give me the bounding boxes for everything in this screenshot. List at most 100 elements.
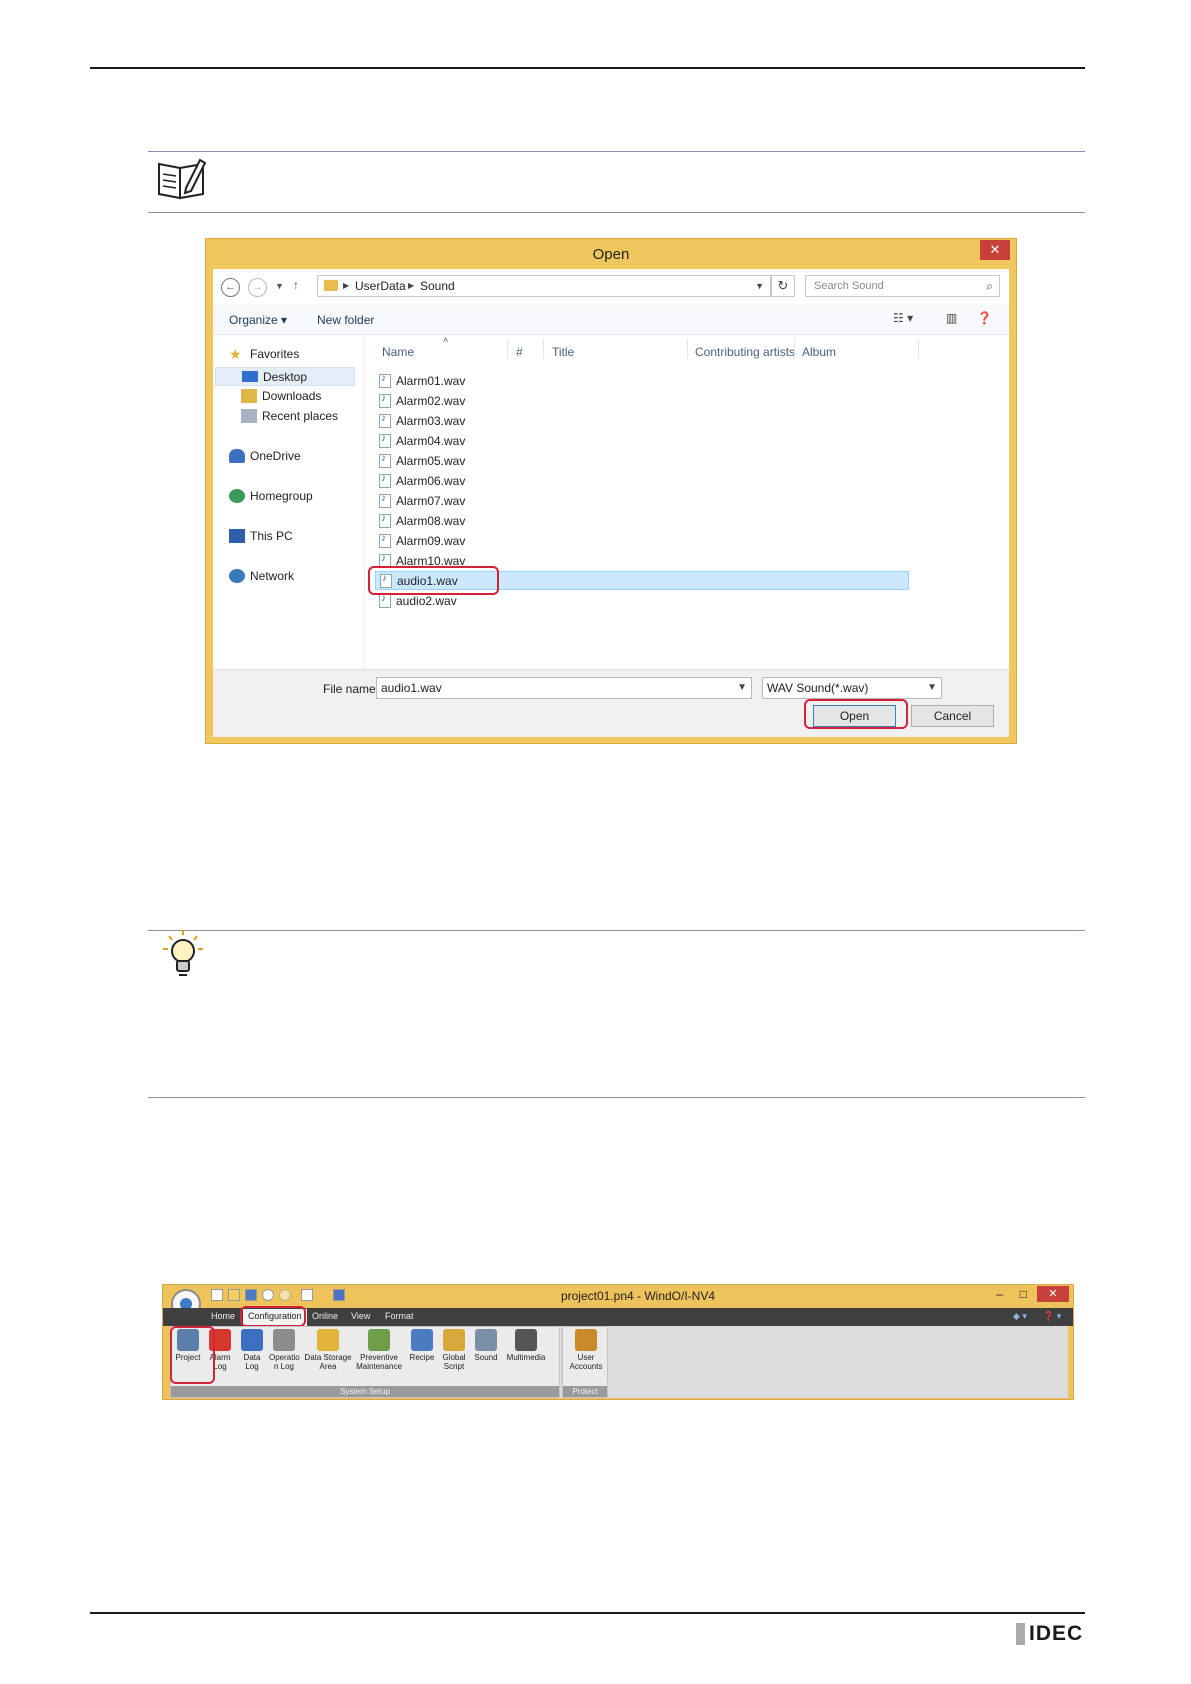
file-row[interactable]: Alarm09.wav (375, 531, 909, 550)
file-row[interactable]: Alarm02.wav (375, 391, 909, 410)
network-icon (229, 569, 245, 583)
minimize-button[interactable]: – (996, 1287, 1003, 1301)
command-bar: Organize ▾ New folder ☷ ▾ ▥ ❓ (213, 305, 1009, 335)
address-dropdown-icon[interactable]: ▼ (755, 276, 764, 296)
group-label-protect: Protect (563, 1386, 607, 1397)
file-row[interactable]: Alarm03.wav (375, 411, 909, 430)
tab-view[interactable]: View (351, 1311, 370, 1321)
sound-icon (475, 1329, 497, 1351)
column-album[interactable]: Album (802, 345, 836, 359)
tab-home[interactable]: Home (211, 1311, 235, 1321)
window-title: project01.pn4 - WindO/I-NV4 (560, 1289, 716, 1303)
file-row[interactable]: Alarm08.wav (375, 511, 909, 530)
organize-button[interactable]: Organize ▾ (229, 313, 287, 327)
column-contributing-artists[interactable]: Contributing artists (695, 345, 795, 359)
audio-file-icon (379, 453, 391, 468)
view-options-icon[interactable]: ☷ ▾ (893, 311, 913, 325)
forward-arrow-icon[interactable]: → (248, 278, 267, 297)
audio-file-icon (379, 433, 391, 448)
search-input[interactable]: Search Sound ⌕ (805, 275, 1000, 297)
nav-recent-places[interactable]: Recent places (241, 409, 338, 423)
file-row[interactable]: Alarm05.wav (375, 451, 909, 470)
nav-downloads[interactable]: Downloads (241, 389, 321, 403)
highlight-project-button (170, 1326, 215, 1384)
operation-log-button[interactable]: Operatio n Log (269, 1329, 300, 1371)
dialog-title: Open (592, 246, 630, 263)
column-title[interactable]: Title (552, 345, 574, 359)
file-row[interactable]: Alarm07.wav (375, 491, 909, 510)
preview-pane-icon[interactable]: ▥ (946, 311, 957, 325)
downloads-icon (241, 389, 257, 403)
computer-icon (229, 529, 245, 543)
close-window-button[interactable]: ✕ (1037, 1286, 1069, 1302)
file-row[interactable]: Alarm06.wav (375, 471, 909, 490)
tab-online[interactable]: Online (312, 1311, 338, 1321)
onedrive-icon (229, 449, 245, 463)
highlight-selected-file (368, 566, 499, 595)
tab-format[interactable]: Format (385, 1311, 414, 1321)
tip-top-rule (148, 930, 1085, 931)
operation-log-icon (273, 1329, 295, 1351)
breadcrumb-sound[interactable]: Sound (420, 276, 455, 296)
recipe-button[interactable]: Recipe (407, 1329, 437, 1362)
file-row[interactable]: Alarm01.wav (375, 371, 909, 390)
back-arrow-icon[interactable]: ← (221, 278, 240, 297)
highlight-open-button (804, 699, 908, 729)
nav-favorites[interactable]: ★ Favorites (229, 347, 299, 361)
close-button[interactable]: ✕ (980, 240, 1010, 260)
maximize-button[interactable]: □ (1020, 1287, 1027, 1301)
group-label-system-setup: System Setup (171, 1386, 559, 1397)
group-protect: User Accounts Protect (562, 1326, 608, 1398)
audio-file-icon (379, 493, 391, 508)
highlight-configuration-tab (240, 1306, 306, 1327)
chevron-down-icon[interactable]: ▼ (737, 678, 747, 698)
user-accounts-icon (575, 1329, 597, 1351)
file-list: Name ˄ # Title Contributing artists Albu… (365, 335, 1009, 669)
data-log-button[interactable]: Data Log (237, 1329, 267, 1371)
idec-logo: IDEC (1016, 1622, 1083, 1646)
style-icon[interactable]: ◆ ▾ (1013, 1311, 1027, 1322)
nav-homegroup[interactable]: Homegroup (229, 489, 313, 503)
help-icon[interactable]: ❓ ▾ (1043, 1311, 1061, 1322)
tip-bottom-rule (148, 1097, 1085, 1098)
file-row[interactable]: Alarm04.wav (375, 431, 909, 450)
note-icon (156, 156, 208, 205)
nav-onedrive[interactable]: OneDrive (229, 449, 301, 463)
address-bar-row: ← → ▼ ↑ ▶ UserData ▶ Sound ▼ ↻ Search So… (213, 269, 1009, 305)
lightbulb-icon (161, 929, 205, 984)
folder-icon (324, 280, 338, 291)
user-accounts-button[interactable]: User Accounts (569, 1329, 603, 1371)
chevron-down-icon[interactable]: ▼ (927, 678, 937, 698)
app-window-ribbon: project01.pn4 - WindO/I-NV4 – □ ✕ Home C… (162, 1284, 1074, 1400)
new-folder-button[interactable]: New folder (317, 313, 374, 327)
recipe-icon (411, 1329, 433, 1351)
desktop-icon (242, 371, 258, 382)
up-arrow-icon[interactable]: ↑ (293, 278, 299, 292)
star-icon: ★ (229, 346, 242, 362)
file-name-input[interactable]: audio1.wav ▼ (376, 677, 752, 699)
column-name[interactable]: Name (382, 345, 414, 359)
history-dropdown-icon[interactable]: ▼ (275, 281, 284, 291)
column-number[interactable]: # (516, 345, 523, 359)
dialog-footer: File name: audio1.wav ▼ WAV Sound(*.wav)… (213, 669, 1009, 737)
audio-file-icon (379, 373, 391, 388)
multimedia-button[interactable]: Multimedia (503, 1329, 549, 1362)
data-storage-area-button[interactable]: Data Storage Area (303, 1329, 353, 1371)
global-script-button[interactable]: Global Script (439, 1329, 469, 1371)
file-type-select[interactable]: WAV Sound(*.wav) ▼ (762, 677, 942, 699)
address-bar[interactable]: ▶ UserData ▶ Sound ▼ (317, 275, 771, 297)
audio-file-icon (379, 513, 391, 528)
group-system-setup: Project Alarm Log Data Log Operatio n Lo… (170, 1326, 560, 1398)
header-rule (90, 67, 1085, 69)
cancel-button[interactable]: Cancel (911, 705, 994, 727)
ribbon-body: Project Alarm Log Data Log Operatio n Lo… (170, 1326, 1068, 1398)
breadcrumb-userdata[interactable]: UserData (355, 276, 406, 296)
sound-button[interactable]: Sound (471, 1329, 501, 1362)
nav-desktop[interactable]: Desktop (215, 367, 355, 386)
nav-network[interactable]: Network (229, 569, 294, 583)
help-icon[interactable]: ❓ (977, 311, 992, 325)
preventive-maintenance-button[interactable]: Preventive Maintenance (355, 1329, 403, 1371)
nav-this-pc[interactable]: This PC (229, 529, 293, 543)
data-storage-icon (317, 1329, 339, 1351)
refresh-icon[interactable]: ↻ (771, 275, 795, 297)
